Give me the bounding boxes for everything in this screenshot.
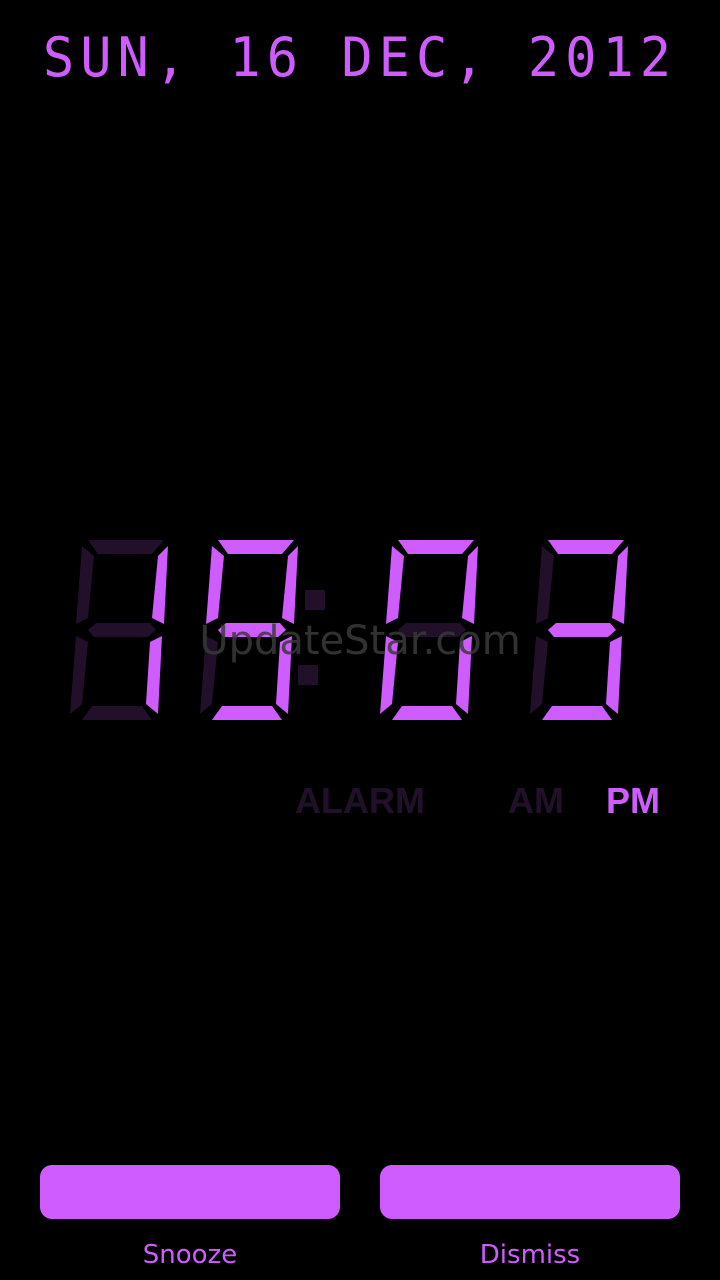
clock-indicators: ALARM AM PM	[0, 780, 720, 824]
digit-3-segment-a	[398, 540, 474, 554]
digit-3-segment-d	[392, 706, 462, 720]
digit-4-segment-b	[612, 546, 628, 624]
digit-2-segment-d	[212, 706, 282, 720]
digit-4-segment-d	[542, 706, 612, 720]
digit-2-segment-f	[206, 546, 224, 624]
clock-colon-dot	[305, 590, 325, 610]
snooze-button[interactable]	[40, 1165, 340, 1219]
digit-2-segment-a	[218, 540, 294, 554]
pm-indicator: PM	[606, 780, 660, 821]
digit-1-segment-f	[76, 546, 94, 624]
dismiss-button[interactable]	[380, 1165, 680, 1219]
dismiss-label[interactable]: Dismiss	[380, 1240, 680, 1270]
am-indicator: AM	[508, 780, 564, 821]
digit-4-segment-a	[548, 540, 624, 554]
digit-1-segment-d	[82, 706, 152, 720]
clock-colon-dot	[298, 665, 318, 685]
digit-3-segment-f	[386, 546, 404, 624]
watermark: UpdateStar.com	[199, 618, 521, 664]
digit-4-segment-f	[536, 546, 554, 624]
digit-1-segment-b	[152, 546, 168, 624]
alarm-indicator: ALARM	[295, 780, 425, 821]
date-display: SUN, 16 DEC, 2012	[42, 26, 678, 90]
digit-2-segment-b	[282, 546, 298, 624]
digit-1-segment-a	[88, 540, 164, 554]
digit-3-segment-b	[462, 546, 478, 624]
snooze-label[interactable]: Snooze	[40, 1240, 340, 1270]
